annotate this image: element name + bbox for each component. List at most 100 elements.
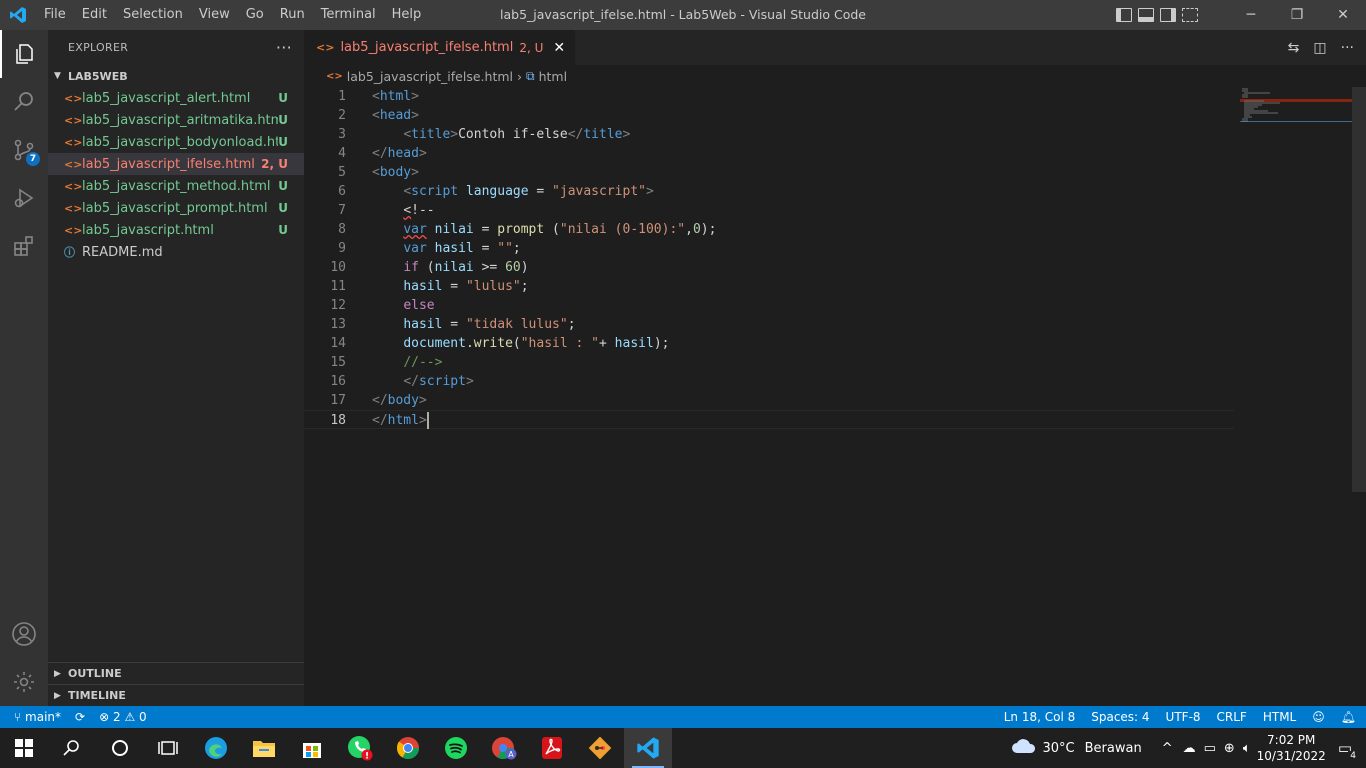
menu-go[interactable]: Go bbox=[238, 0, 272, 30]
minimize-button[interactable]: ─ bbox=[1228, 0, 1274, 30]
more-actions-icon[interactable]: ··· bbox=[1341, 40, 1354, 56]
battery-icon[interactable]: ▭ bbox=[1204, 741, 1216, 756]
sync-icon[interactable]: ⟳ bbox=[75, 710, 85, 724]
menu-run[interactable]: Run bbox=[272, 0, 313, 30]
html-file-icon: <> bbox=[64, 113, 83, 127]
code-line: 17 </body> bbox=[330, 393, 427, 408]
minimap[interactable] bbox=[1240, 87, 1352, 127]
search-icon[interactable] bbox=[0, 78, 48, 126]
code-line: 14 document.write("hasil : "+ hasil); bbox=[330, 336, 670, 351]
workspace-folder[interactable]: ▼ LAB5WEB bbox=[48, 65, 304, 87]
timeline-section[interactable]: ▶ TIMELINE bbox=[48, 684, 304, 706]
menu-help[interactable]: Help bbox=[384, 0, 430, 30]
run-debug-icon[interactable] bbox=[0, 174, 48, 222]
code-line: 10 if (nilai >= 60) bbox=[330, 260, 529, 275]
menu-terminal[interactable]: Terminal bbox=[313, 0, 384, 30]
code-line: 8 var nilai = prompt ("nilai (0-100):",0… bbox=[338, 222, 717, 237]
code-line: 16 </script> bbox=[330, 374, 474, 389]
system-tray: 30°C Berawan ^ ☁ ▭ ⊕ 🔈︎ 7:02 PM 10/31/20… bbox=[1011, 728, 1366, 768]
menu-edit[interactable]: Edit bbox=[74, 0, 115, 30]
warning-icon: ⚠ bbox=[124, 710, 136, 724]
git-branch-icon: ⑂ bbox=[14, 710, 22, 724]
explorer-icon[interactable] bbox=[0, 30, 48, 78]
notifications-bell-icon[interactable]: 🔔︎ bbox=[1341, 710, 1356, 724]
toggle-panel-icon[interactable] bbox=[1138, 8, 1154, 22]
indentation[interactable]: Spaces: 4 bbox=[1091, 710, 1149, 724]
outline-section[interactable]: ▶ OUTLINE bbox=[48, 662, 304, 684]
code-line: 2 <head> bbox=[338, 108, 419, 123]
customize-layout-icon[interactable] bbox=[1182, 8, 1198, 22]
acrobat-reader-icon[interactable] bbox=[528, 728, 576, 768]
tab-ifelse[interactable]: <> lab5_javascript_ifelse.html 2, U ✕ bbox=[304, 30, 576, 65]
feedback-icon[interactable]: ☺ bbox=[1312, 710, 1325, 724]
task-view-icon[interactable] bbox=[144, 728, 192, 768]
split-editor-icon[interactable]: ◫ bbox=[1313, 40, 1326, 56]
windows-start-icon[interactable] bbox=[0, 728, 48, 768]
code-line: 12 else bbox=[330, 298, 435, 313]
file-item[interactable]: <> lab5_javascript_method.html U bbox=[48, 175, 304, 197]
file-item[interactable]: ⓘ README.md bbox=[48, 241, 304, 263]
file-item[interactable]: <> lab5_javascript_prompt.html U bbox=[48, 197, 304, 219]
toggle-sidebar-icon[interactable] bbox=[1116, 8, 1132, 22]
end-of-line[interactable]: CRLF bbox=[1217, 710, 1247, 724]
weather-text[interactable]: Berawan bbox=[1085, 741, 1142, 756]
code-line: 15 //--> bbox=[330, 355, 443, 370]
manage-gear-icon[interactable] bbox=[0, 658, 48, 706]
file-item[interactable]: <> lab5_javascript_bodyonload.html U bbox=[48, 131, 304, 153]
title-bar: File Edit Selection View Go Run Terminal… bbox=[0, 0, 1366, 30]
microsoft-store-icon[interactable] bbox=[288, 728, 336, 768]
open-changes-icon[interactable]: ⇆ bbox=[1288, 40, 1300, 56]
edge-browser-icon[interactable] bbox=[192, 728, 240, 768]
breadcrumb-file[interactable]: lab5_javascript_ifelse.html bbox=[347, 69, 513, 84]
volume-icon[interactable]: 🔈︎ bbox=[1243, 741, 1251, 756]
code-editor[interactable]: 1 <html> 2 <head> 3 <title>Contoh if-else<… bbox=[304, 87, 1366, 706]
code-line: 7 <!-- bbox=[338, 203, 435, 218]
menu-file[interactable]: File bbox=[36, 0, 74, 30]
restore-button[interactable]: ❐ bbox=[1274, 0, 1320, 30]
vscode-taskbar-icon[interactable] bbox=[624, 728, 672, 768]
search-icon[interactable] bbox=[48, 728, 96, 768]
breadcrumb: <> lab5_javascript_ifelse.html › ⧉ html bbox=[304, 65, 1366, 87]
svg-text:A: A bbox=[508, 750, 514, 759]
file-item-selected[interactable]: <> lab5_javascript_ifelse.html 2, U bbox=[48, 153, 304, 175]
more-actions-icon[interactable]: ··· bbox=[276, 38, 292, 57]
close-window-button[interactable]: ✕ bbox=[1320, 0, 1366, 30]
git-gui-icon[interactable] bbox=[576, 728, 624, 768]
toggle-secondary-sidebar-icon[interactable] bbox=[1160, 8, 1176, 22]
encoding[interactable]: UTF-8 bbox=[1166, 710, 1201, 724]
language-mode[interactable]: HTML bbox=[1263, 710, 1296, 724]
menu-view[interactable]: View bbox=[191, 0, 238, 30]
file-explorer-icon[interactable] bbox=[240, 728, 288, 768]
accounts-icon[interactable] bbox=[0, 610, 48, 658]
whatsapp-icon[interactable]: ! bbox=[336, 728, 384, 768]
clock[interactable]: 7:02 PM 10/31/2022 bbox=[1257, 732, 1326, 764]
close-tab-icon[interactable]: ✕ bbox=[553, 40, 565, 56]
html-file-icon: <> bbox=[64, 91, 83, 105]
branch-indicator[interactable]: ⑂ main* bbox=[14, 710, 61, 724]
weather-cloud-icon[interactable] bbox=[1011, 737, 1037, 759]
text-cursor bbox=[426, 412, 429, 429]
weather-temp[interactable]: 30°C bbox=[1043, 741, 1075, 756]
vertical-scrollbar[interactable] bbox=[1352, 87, 1366, 492]
breadcrumb-symbol[interactable]: html bbox=[539, 69, 567, 84]
source-control-icon[interactable]: 7 bbox=[0, 126, 48, 174]
error-icon: ⊗ bbox=[99, 710, 110, 724]
chevron-right-icon: › bbox=[517, 68, 522, 84]
cloud-sync-icon[interactable]: ☁ bbox=[1183, 741, 1196, 756]
spotify-icon[interactable] bbox=[432, 728, 480, 768]
network-icon[interactable]: ⊕ bbox=[1224, 741, 1235, 756]
cursor-position[interactable]: Ln 18, Col 8 bbox=[1004, 710, 1076, 724]
action-center-icon[interactable]: ▭ 4 bbox=[1338, 739, 1358, 761]
cortana-icon[interactable] bbox=[96, 728, 144, 768]
menu-selection[interactable]: Selection bbox=[115, 0, 191, 30]
file-item[interactable]: <> lab5_javascript_aritmatika.html U bbox=[48, 109, 304, 131]
vscode-logo-icon bbox=[0, 0, 36, 30]
extensions-icon[interactable] bbox=[0, 222, 48, 270]
file-item[interactable]: <> lab5_javascript.html U bbox=[48, 219, 304, 241]
problems-indicator[interactable]: ⊗ 2 ⚠ 0 bbox=[99, 710, 147, 724]
chrome-icon[interactable] bbox=[384, 728, 432, 768]
chevron-up-icon[interactable]: ^ bbox=[1162, 741, 1173, 756]
code-line: 13 hasil = "tidak lulus"; bbox=[330, 317, 576, 332]
chrome-profile-icon[interactable]: A bbox=[480, 728, 528, 768]
file-item[interactable]: <> lab5_javascript_alert.html U bbox=[48, 87, 304, 109]
